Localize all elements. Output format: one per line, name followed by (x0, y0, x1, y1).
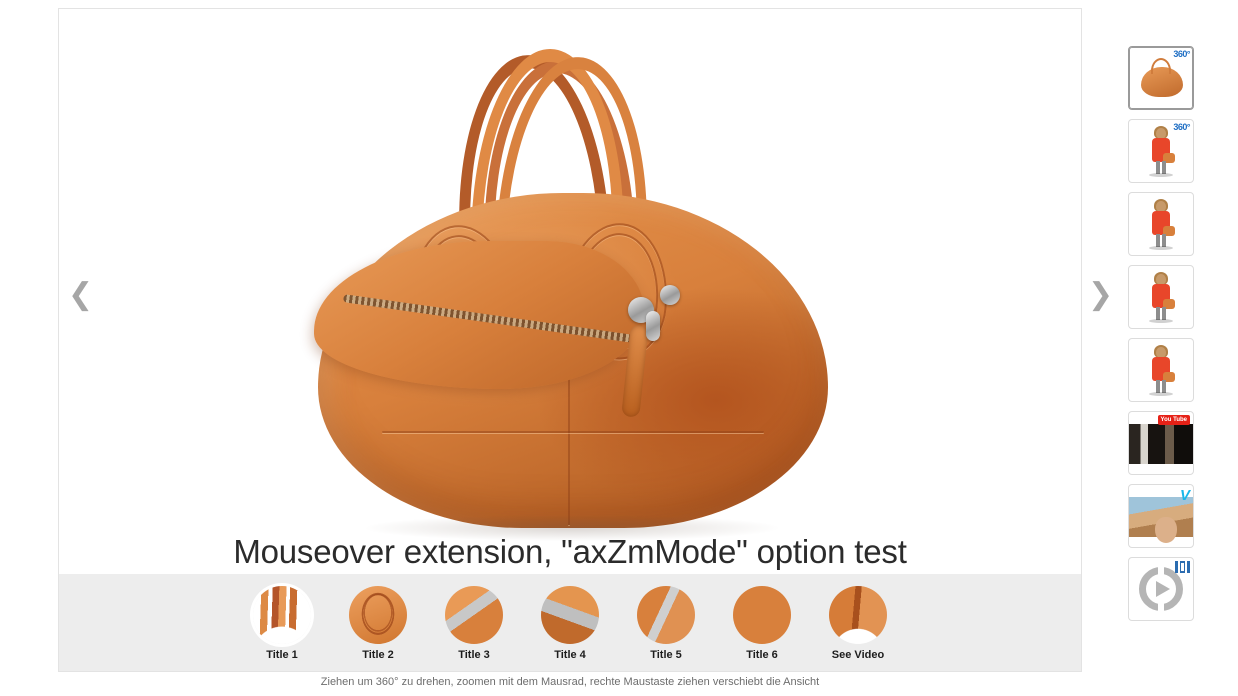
thumbnail-label: See Video (831, 648, 885, 661)
thumbnail-label: Title 4 (554, 648, 586, 661)
page-root: Mouseover extension, "axZmMode" option t… (0, 0, 1238, 696)
image-stage-360[interactable] (59, 9, 1081, 573)
usage-hint-text: Ziehen um 360° zu drehen, zoomen mit dem… (320, 676, 820, 688)
model-thumbnail-image (1129, 339, 1193, 401)
thumbnail-image-zipper-pull (637, 585, 695, 644)
handbag-hardware-clip (646, 311, 660, 341)
handbag-hardware-ring-small (660, 285, 680, 305)
model-shadow (1149, 173, 1173, 177)
thumbnail-image-seam (829, 585, 887, 644)
model-shadow (1149, 392, 1173, 396)
thumbnail-image-handbag-handles (253, 585, 311, 644)
thumbnail-label: Title 6 (746, 648, 778, 661)
sidebar-item-model-side[interactable] (1128, 338, 1194, 402)
thumbnail-image-zipper (445, 585, 503, 644)
sidebar-item-model-360[interactable]: 360° (1128, 119, 1194, 183)
badge-360-icon: 360° (1173, 49, 1190, 59)
thumbnail-item-6[interactable]: Title 6 (726, 585, 798, 661)
thumbnail-label: Title 1 (266, 648, 298, 661)
sidebar-item-model-front[interactable] (1128, 192, 1194, 256)
youtube-icon: You Tube (1157, 415, 1190, 426)
thumbnail-item-2[interactable]: Title 2 (342, 585, 414, 661)
next-arrow-button[interactable]: ❯ (1088, 278, 1113, 312)
model-face (1155, 517, 1177, 543)
thumbnail-label: Title 5 (650, 648, 682, 661)
thumbnail-label: Title 2 (362, 648, 394, 661)
play-triangle-icon (1156, 581, 1170, 597)
handbag-seam-horizontal (382, 431, 764, 433)
mini-handbag-handle (1151, 58, 1171, 74)
prev-arrow-button[interactable]: ❮ (68, 278, 93, 312)
thumbnail-item-4[interactable]: Title 4 (534, 585, 606, 661)
viewer-frame: Mouseover extension, "axZmMode" option t… (58, 8, 1082, 672)
model-shadow (1149, 319, 1173, 323)
model-thumbnail-image (1129, 266, 1193, 328)
thumbnail-strip: Title 1 Title 2 Title 3 Title 4 Title 5 … (59, 574, 1081, 671)
model-shadow (1149, 246, 1173, 250)
sidebar-item-generic-video[interactable] (1128, 557, 1194, 621)
vimeo-icon: V (1179, 487, 1190, 504)
film-strip-icon (1175, 561, 1190, 573)
thumbnail-label: Title 3 (458, 648, 490, 661)
badge-360-icon: 360° (1173, 122, 1190, 132)
sidebar-item-youtube-video[interactable]: You Tube (1128, 411, 1194, 475)
page-title: Mouseover extension, "axZmMode" option t… (233, 533, 907, 570)
sidebar-thumbnail-list: 360° 360° You Tube V (1128, 46, 1194, 621)
thumbnail-item-see-video[interactable]: See Video (822, 585, 894, 661)
thumbnail-item-1[interactable]: Title 1 (246, 585, 318, 661)
video-still (1129, 424, 1193, 464)
thumbnail-image-hardware-clip (541, 585, 599, 644)
thumbnail-item-3[interactable]: Title 3 (438, 585, 510, 661)
sidebar-item-model-back[interactable] (1128, 265, 1194, 329)
sidebar-item-handbag-360[interactable]: 360° (1128, 46, 1194, 110)
handbag-360-image[interactable] (308, 45, 828, 541)
thumbnail-image-logo-panel (349, 585, 407, 644)
model-thumbnail-image (1129, 193, 1193, 255)
thumbnail-item-5[interactable]: Title 5 (630, 585, 702, 661)
thumbnail-image-stitching (733, 585, 791, 644)
sidebar-item-vimeo-video[interactable]: V (1128, 484, 1194, 548)
